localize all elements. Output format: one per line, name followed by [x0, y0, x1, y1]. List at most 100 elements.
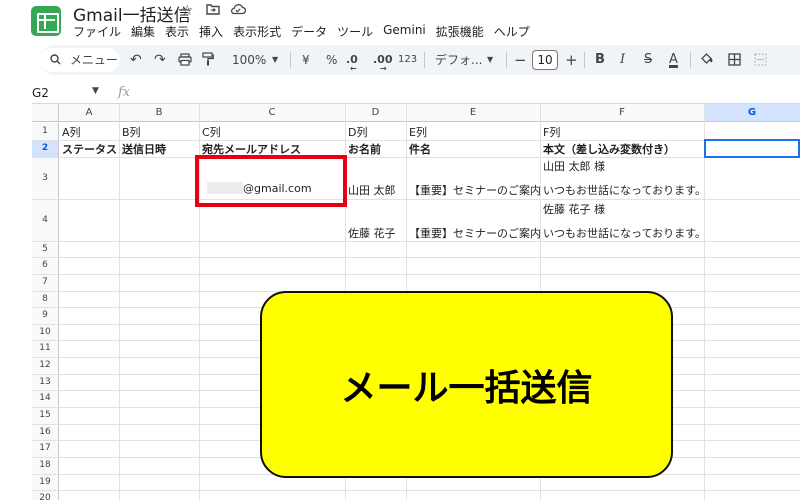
row-header[interactable]: 7 [32, 274, 59, 291]
row-header[interactable]: 15 [32, 407, 59, 424]
sheets-logo[interactable] [31, 6, 61, 36]
menu-data[interactable]: データ [291, 23, 327, 40]
column-header-c[interactable]: C [199, 104, 345, 122]
toolbar: メニュー ↶ ↷ 100% ▼ ¥ % .0 ← .00 → 123 デフォ... … [40, 45, 800, 75]
row-header[interactable]: 10 [32, 324, 59, 340]
cell-e4[interactable]: 【重要】セミナーのご案内 [406, 225, 540, 241]
menu-help[interactable]: ヘルプ [494, 23, 530, 40]
cell-e3[interactable]: 【重要】セミナーのご案内 [406, 182, 540, 198]
zoom-select[interactable]: 100% [232, 45, 266, 75]
font-select[interactable]: デフォ... [435, 45, 482, 75]
gridline [32, 199, 800, 200]
fill-color-icon[interactable] [700, 45, 715, 75]
column-header-e[interactable]: E [406, 104, 540, 122]
borders-icon[interactable] [728, 45, 741, 75]
increase-decimal-button[interactable]: .00 → [373, 45, 393, 75]
text-color-button[interactable]: A [669, 45, 678, 75]
row-header[interactable]: 5 [32, 241, 59, 257]
row-header[interactable]: 13 [32, 374, 59, 390]
row-header[interactable]: 6 [32, 257, 59, 274]
cell-a2[interactable]: ステータス [59, 141, 119, 157]
font-size-increase-button[interactable]: + [565, 45, 578, 75]
row-header[interactable]: 4 [32, 199, 59, 241]
row-header[interactable]: 18 [32, 457, 59, 474]
cell-a1[interactable]: A列 [59, 124, 119, 140]
chevron-down-icon[interactable]: ▼ [92, 86, 99, 96]
row-header[interactable]: 9 [32, 307, 59, 324]
row-header[interactable]: 17 [32, 440, 59, 457]
email-highlight-box [195, 155, 347, 207]
selected-cell-g2[interactable] [704, 139, 800, 158]
cell-c1[interactable]: C列 [199, 124, 345, 140]
row-header[interactable]: 20 [32, 490, 59, 500]
cell-f3-line2[interactable]: いつもお世話になっております。 [540, 182, 704, 198]
chevron-down-icon[interactable]: ▼ [272, 45, 278, 75]
cell-d2[interactable]: お名前 [345, 141, 406, 157]
gridline [32, 257, 800, 258]
undo-icon[interactable]: ↶ [130, 45, 142, 75]
cell-d4[interactable]: 佐藤 花子 [345, 225, 406, 241]
menu-view[interactable]: 表示 [165, 23, 189, 40]
strikethrough-button[interactable]: S [644, 45, 652, 75]
cell-b2[interactable]: 送信日時 [119, 141, 199, 157]
bold-button[interactable]: B [595, 45, 605, 75]
name-box[interactable]: G2 [32, 86, 49, 100]
menu-search-input[interactable]: メニュー [40, 48, 120, 72]
gridline [32, 274, 800, 275]
row-header[interactable]: 11 [32, 340, 59, 357]
menu-format[interactable]: 表示形式 [233, 23, 281, 40]
cell-f1[interactable]: F列 [540, 124, 704, 140]
row-header[interactable]: 8 [32, 291, 59, 307]
cell-f3-line1[interactable]: 山田 太郎 様 [540, 158, 704, 174]
row-header[interactable]: 3 [32, 157, 59, 199]
folder-move-icon[interactable] [206, 3, 220, 19]
menu-edit[interactable]: 編集 [131, 23, 155, 40]
column-header-f[interactable]: F [540, 104, 704, 122]
column-header-d[interactable]: D [345, 104, 406, 122]
italic-button[interactable]: I [620, 45, 625, 75]
row-header[interactable]: 1 [32, 123, 59, 140]
number-format-button[interactable]: 123 [398, 45, 417, 75]
cell-f2[interactable]: 本文（差し込み変数付き） [540, 141, 704, 157]
select-all-corner[interactable] [32, 104, 59, 122]
row-header[interactable]: 14 [32, 390, 59, 407]
font-size-decrease-button[interactable]: − [514, 45, 527, 75]
cell-b1[interactable]: B列 [119, 124, 199, 140]
paint-format-icon[interactable] [202, 45, 214, 75]
cell-f4-line2[interactable]: いつもお世話になっております。 [540, 225, 704, 241]
menu-file[interactable]: ファイル [73, 23, 121, 40]
menu-bar: ファイル 編集 表示 挿入 表示形式 データ ツール Gemini 拡張機能 ヘ… [73, 23, 540, 40]
merge-cells-icon[interactable] [754, 45, 767, 75]
column-header-b[interactable]: B [119, 104, 199, 122]
menu-tools[interactable]: ツール [337, 23, 373, 40]
cloud-status-icon[interactable] [230, 3, 247, 19]
percent-format-button[interactable]: % [326, 45, 337, 75]
column-header-g[interactable]: G [704, 104, 800, 122]
chevron-down-icon[interactable]: ▼ [487, 45, 493, 75]
menu-gemini[interactable]: Gemini [383, 23, 426, 40]
toolbar-divider [506, 52, 507, 68]
row-header[interactable]: 12 [32, 357, 59, 374]
cell-d1[interactable]: D列 [345, 124, 406, 140]
redo-icon[interactable]: ↷ [154, 45, 166, 75]
menu-extensions[interactable]: 拡張機能 [436, 23, 484, 40]
menu-insert[interactable]: 挿入 [199, 23, 223, 40]
search-icon [50, 53, 65, 67]
row-header[interactable]: 2 [32, 140, 59, 157]
toolbar-divider [424, 52, 425, 68]
cell-e2[interactable]: 件名 [406, 141, 540, 157]
cell-e1[interactable]: E列 [406, 124, 540, 140]
print-icon[interactable] [178, 45, 192, 75]
cell-f4-line1[interactable]: 佐藤 花子 様 [540, 201, 704, 217]
gridline [32, 241, 800, 242]
row-header[interactable]: 16 [32, 424, 59, 440]
decrease-decimal-button[interactable]: .0 ← [346, 45, 358, 75]
star-icon[interactable]: ☆ [181, 3, 194, 19]
arrow-right-icon: → [380, 64, 387, 73]
callout-label: メール一括送信 [340, 367, 593, 409]
column-header-a[interactable]: A [59, 104, 119, 122]
currency-format-button[interactable]: ¥ [302, 45, 310, 75]
row-header[interactable]: 19 [32, 474, 59, 490]
font-size-input[interactable]: 10 [532, 50, 558, 70]
cell-d3[interactable]: 山田 太郎 [345, 182, 406, 198]
